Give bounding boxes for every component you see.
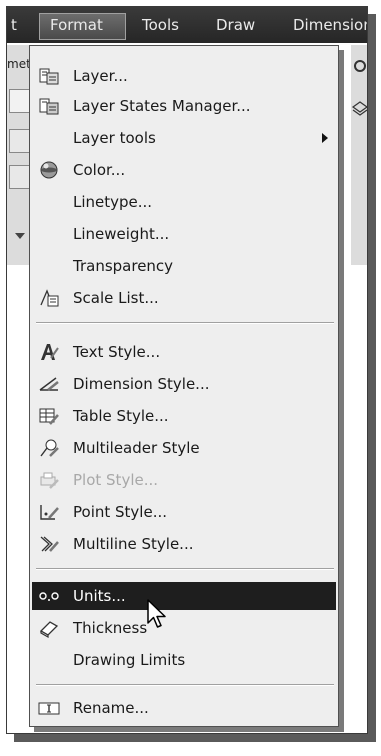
menu-item-label: Multiline Style... — [73, 535, 194, 553]
menu-item-label: Text Style... — [73, 343, 161, 361]
menu-item-multiline-style[interactable]: Multiline Style... — [32, 530, 336, 558]
color-sphere-icon — [40, 161, 58, 179]
thickness-icon — [39, 621, 59, 638]
menu-item-label: Plot Style... — [73, 471, 159, 489]
format-dropdown-menu: Layer... Layer States Manager... Layer t… — [29, 45, 339, 727]
toolbar-label: met — [7, 57, 31, 71]
layer-states-icon — [39, 98, 59, 115]
menu-item-rename[interactable]: Rename... — [32, 694, 336, 722]
menu-item-point-style[interactable]: Point Style... — [32, 498, 336, 526]
multileader-style-icon — [40, 439, 59, 457]
toolbar-dropdown[interactable] — [9, 89, 31, 113]
table-style-icon — [39, 408, 59, 425]
menu-separator — [36, 684, 334, 686]
menu-item-dimension-style[interactable]: Dimension Style... — [32, 370, 336, 398]
text-style-icon — [41, 344, 59, 360]
menu-item-table-style[interactable]: Table Style... — [32, 402, 336, 430]
menu-item-units[interactable]: Units... — [32, 582, 336, 610]
toolbar-grid-icon[interactable] — [9, 165, 31, 189]
menu-item-thickness[interactable]: Thickness — [32, 614, 336, 642]
menu-item-label: Thickness — [73, 619, 148, 637]
menu-item-label: Units... — [73, 587, 126, 605]
menu-item-label: Drawing Limits — [73, 651, 186, 669]
layer-icon — [39, 68, 59, 85]
point-style-icon — [40, 505, 59, 520]
menu-item-label: Layer States Manager... — [73, 97, 251, 115]
menu-item-label: Layer... — [73, 67, 128, 85]
menu-item-transparency[interactable]: Transparency — [32, 252, 336, 280]
units-icon — [39, 592, 59, 601]
menu-item-label: Scale List... — [73, 289, 159, 307]
dimension-style-icon — [39, 377, 59, 391]
menu-item-layer-states-manager[interactable]: Layer States Manager... — [32, 92, 336, 120]
menu-item-label: Color... — [73, 161, 126, 179]
menu-item-multileader-style[interactable]: Multileader Style — [32, 434, 336, 462]
toolbar-right-layers-icon[interactable] — [351, 99, 368, 117]
menu-item-drawing-limits[interactable]: Drawing Limits — [32, 646, 336, 674]
menu-item-label: Transparency — [73, 257, 174, 275]
multiline-style-icon — [40, 536, 59, 552]
menu-item-label: Linetype... — [73, 193, 153, 211]
right-toolbar — [351, 45, 368, 265]
menu-separator — [36, 568, 334, 570]
menu-item-scale-list[interactable]: Scale List... — [32, 284, 336, 312]
toolbar-angle-icon[interactable] — [9, 129, 31, 153]
menu-item-label: Point Style... — [73, 503, 167, 521]
submenu-arrow-icon — [322, 133, 328, 143]
menu-bar-item-draw[interactable]: Draw — [216, 16, 255, 34]
toolbar-chevron-down-icon[interactable] — [13, 231, 27, 241]
menu-item-label: Table Style... — [73, 407, 169, 425]
plot-style-icon — [40, 472, 59, 489]
menu-bar-item-edit[interactable]: t — [11, 16, 17, 34]
menu-item-lineweight[interactable]: Lineweight... — [32, 220, 336, 248]
scale-list-icon — [40, 289, 59, 307]
rename-icon — [38, 702, 60, 715]
menu-item-label: Lineweight... — [73, 225, 170, 243]
menu-item-linetype[interactable]: Linetype... — [32, 188, 336, 216]
menu-bar-item-dimension[interactable]: Dimension — [293, 16, 367, 34]
menu-item-layer[interactable]: Layer... — [32, 62, 336, 90]
menu-item-label: Dimension Style... — [73, 375, 210, 393]
menu-item-plot-style[interactable]: Plot Style... — [32, 466, 336, 494]
menu-bar: t Format Tools Draw Dimension — [7, 7, 367, 43]
menu-item-text-style[interactable]: Text Style... — [32, 338, 336, 366]
menu-item-layer-tools[interactable]: Layer tools — [32, 124, 336, 152]
menu-item-label: Layer tools — [73, 129, 156, 147]
menu-bar-item-format[interactable]: Format — [50, 16, 103, 34]
menu-bar-item-tools[interactable]: Tools — [142, 16, 179, 34]
menu-item-label: Rename... — [73, 699, 149, 717]
toolbar-right-circle-icon[interactable] — [353, 59, 367, 73]
mouse-cursor-icon — [147, 599, 166, 628]
menu-item-color[interactable]: Color... — [32, 156, 336, 184]
menu-item-label: Multileader Style — [73, 439, 200, 457]
menu-separator — [36, 322, 334, 324]
